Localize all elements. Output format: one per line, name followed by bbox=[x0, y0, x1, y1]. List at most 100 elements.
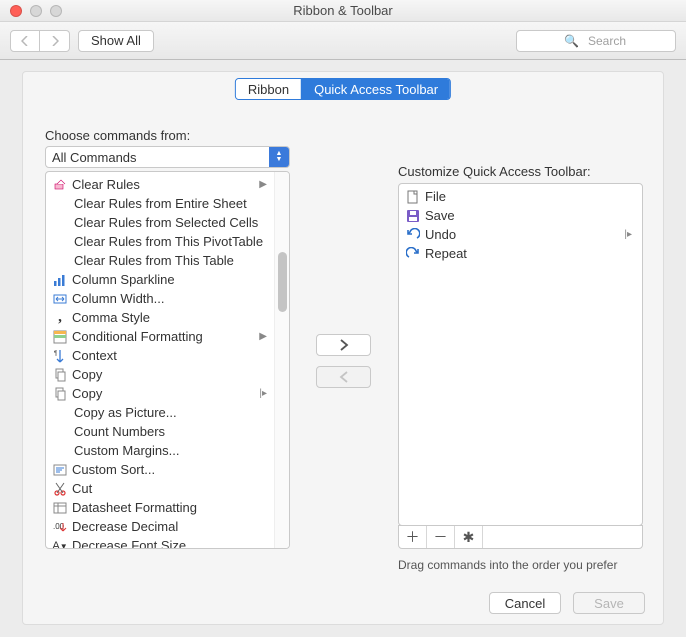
commands-source-dropdown[interactable]: All Commands ▲▼ bbox=[45, 146, 290, 168]
preferences-panel: Ribbon Quick Access Toolbar Choose comma… bbox=[22, 71, 664, 625]
list-item-label: Copy as Picture... bbox=[74, 405, 177, 420]
repeat-icon bbox=[405, 246, 421, 262]
list-item-label: Clear Rules bbox=[72, 177, 140, 192]
list-item[interactable]: Repeat bbox=[399, 244, 642, 263]
cut-icon bbox=[52, 481, 68, 497]
list-item-label: Conditional Formatting bbox=[72, 329, 203, 344]
save-icon bbox=[405, 208, 421, 224]
scrollbar-thumb[interactable] bbox=[278, 252, 287, 312]
svg-text:¶: ¶ bbox=[54, 351, 57, 357]
dropdown-arrows-icon: ▲▼ bbox=[269, 147, 289, 167]
list-item[interactable]: Column Sparkline bbox=[46, 270, 289, 289]
list-item-label: Context bbox=[72, 348, 117, 363]
width-icon bbox=[52, 291, 68, 307]
list-item[interactable]: Count Numbers bbox=[46, 422, 289, 441]
remove-item-button[interactable]: － bbox=[427, 526, 455, 548]
file-icon bbox=[405, 189, 421, 205]
list-item-label: Cut bbox=[72, 481, 92, 496]
list-item-label: Save bbox=[425, 208, 455, 223]
list-item[interactable]: Column Width... bbox=[46, 289, 289, 308]
submenu-indicator-icon: ▶ bbox=[259, 331, 267, 342]
list-item[interactable]: Save bbox=[399, 206, 642, 225]
drag-hint: Drag commands into the order you prefer bbox=[398, 558, 617, 572]
window-title: Ribbon & Toolbar bbox=[0, 3, 686, 18]
qat-commands-list[interactable]: File Save Undo |▸ Repeat bbox=[398, 183, 643, 526]
list-item[interactable]: Custom Margins... bbox=[46, 441, 289, 460]
list-item[interactable]: Clear Rules from This Table bbox=[46, 251, 289, 270]
list-item[interactable]: A▼ Decrease Font Size bbox=[46, 536, 289, 549]
list-item[interactable]: ¶ Context bbox=[46, 346, 289, 365]
qat-toolstrip: ＋ － ✱ bbox=[398, 525, 643, 549]
list-item-label: Copy bbox=[72, 367, 102, 382]
list-item-label: Custom Margins... bbox=[74, 443, 179, 458]
tab-ribbon[interactable]: Ribbon bbox=[236, 79, 301, 99]
scrollbar-track[interactable] bbox=[274, 172, 289, 548]
copy-icon bbox=[52, 386, 68, 402]
sort-icon bbox=[52, 462, 68, 478]
dropdown-value: All Commands bbox=[52, 150, 137, 165]
datasheet-icon bbox=[52, 500, 68, 516]
list-item[interactable]: , Comma Style bbox=[46, 308, 289, 327]
undo-icon bbox=[405, 227, 421, 243]
decfont-icon: A▼ bbox=[52, 538, 68, 550]
list-item[interactable]: Undo |▸ bbox=[399, 225, 642, 244]
list-item-label: Clear Rules from This PivotTable bbox=[74, 234, 263, 249]
eraser-icon bbox=[52, 177, 68, 193]
list-item-label: Undo bbox=[425, 227, 456, 242]
available-commands-list[interactable]: Clear Rules ▶ Clear Rules from Entire Shee… bbox=[45, 171, 290, 549]
segmented-control: Ribbon Quick Access Toolbar bbox=[235, 78, 451, 100]
titlebar: Ribbon & Toolbar bbox=[0, 0, 686, 22]
list-item-label: Clear Rules from Selected Cells bbox=[74, 215, 258, 230]
save-button[interactable]: Save bbox=[573, 592, 645, 614]
back-button[interactable] bbox=[10, 30, 40, 52]
footer-buttons: Cancel Save bbox=[489, 592, 645, 614]
context-icon: ¶ bbox=[52, 348, 68, 364]
list-item[interactable]: Conditional Formatting ▶ bbox=[46, 327, 289, 346]
list-item[interactable]: Clear Rules from Selected Cells bbox=[46, 213, 289, 232]
list-item[interactable]: Copy |▸ bbox=[46, 384, 289, 403]
list-item[interactable]: Clear Rules from This PivotTable bbox=[46, 232, 289, 251]
split-indicator-icon: |▸ bbox=[259, 388, 267, 399]
list-item-label: Repeat bbox=[425, 246, 467, 261]
list-item[interactable]: Datasheet Formatting bbox=[46, 498, 289, 517]
cancel-button[interactable]: Cancel bbox=[489, 592, 561, 614]
list-item-label: Decrease Decimal bbox=[72, 519, 178, 534]
list-item-label: Column Width... bbox=[72, 291, 164, 306]
show-all-button[interactable]: Show All bbox=[78, 30, 154, 52]
settings-button[interactable]: ✱ bbox=[455, 526, 483, 548]
list-item[interactable]: Cut bbox=[46, 479, 289, 498]
comma-icon: , bbox=[52, 310, 68, 326]
list-item-label: Column Sparkline bbox=[72, 272, 175, 287]
remove-command-button[interactable] bbox=[316, 366, 371, 388]
add-item-button[interactable]: ＋ bbox=[399, 526, 427, 548]
list-item-label: Comma Style bbox=[72, 310, 150, 325]
list-item[interactable]: .00Decrease Decimal bbox=[46, 517, 289, 536]
sparkline-icon bbox=[52, 272, 68, 288]
list-item[interactable]: Copy bbox=[46, 365, 289, 384]
list-item-label: Clear Rules from This Table bbox=[74, 253, 234, 268]
list-item-label: Copy bbox=[72, 386, 102, 401]
list-item-label: File bbox=[425, 189, 446, 204]
list-item[interactable]: File bbox=[399, 187, 642, 206]
list-item-label: Datasheet Formatting bbox=[72, 500, 197, 515]
condfmt-icon bbox=[52, 329, 68, 345]
search-input[interactable] bbox=[516, 30, 676, 52]
forward-button[interactable] bbox=[40, 30, 70, 52]
add-command-button[interactable] bbox=[316, 334, 371, 356]
list-item[interactable]: Copy as Picture... bbox=[46, 403, 289, 422]
list-item-label: Decrease Font Size bbox=[72, 538, 186, 549]
list-item[interactable]: Clear Rules ▶ bbox=[46, 175, 289, 194]
split-indicator-icon: |▸ bbox=[624, 229, 632, 240]
copy-icon bbox=[52, 367, 68, 383]
list-item-label: Custom Sort... bbox=[72, 462, 155, 477]
nav-buttons bbox=[10, 30, 70, 52]
list-item[interactable]: Custom Sort... bbox=[46, 460, 289, 479]
toolbar: Show All 🔍 bbox=[0, 22, 686, 60]
submenu-indicator-icon: ▶ bbox=[259, 179, 267, 190]
list-item-label: Count Numbers bbox=[74, 424, 165, 439]
list-item[interactable]: Clear Rules from Entire Sheet bbox=[46, 194, 289, 213]
customize-qat-label: Customize Quick Access Toolbar: bbox=[398, 164, 591, 179]
tab-quick-access-toolbar[interactable]: Quick Access Toolbar bbox=[301, 79, 450, 99]
list-item-label: Clear Rules from Entire Sheet bbox=[74, 196, 247, 211]
choose-commands-label: Choose commands from: bbox=[45, 128, 190, 143]
